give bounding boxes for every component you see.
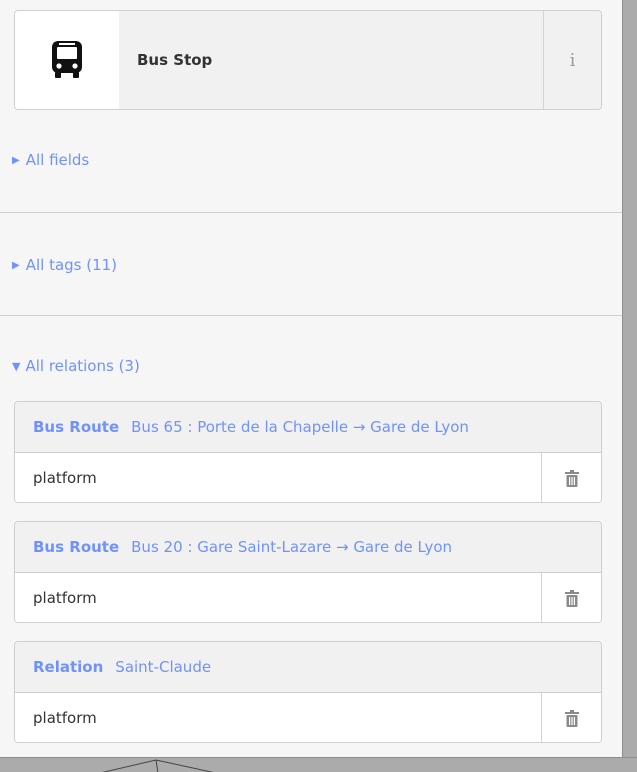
preset-header[interactable]: Bus Stop i	[14, 10, 602, 110]
trash-icon	[564, 589, 579, 607]
relation-item: Relation Saint-Claude	[14, 641, 602, 743]
role-input[interactable]	[15, 693, 541, 742]
all-relations-label: All relations (3)	[25, 357, 140, 375]
role-input[interactable]	[15, 573, 541, 622]
panel-edge	[622, 0, 637, 772]
preset-icon-box[interactable]	[15, 11, 119, 109]
relation-link[interactable]: Bus Route Bus 65 : Porte de la Chapelle …	[15, 402, 601, 453]
disclosure-down-icon: ▼	[12, 359, 21, 373]
all-tags-toggle[interactable]: ▶ All tags (11)	[12, 256, 117, 274]
resize-handle-icon	[102, 759, 214, 772]
relation-name: Bus 65 : Porte de la Chapelle → Gare de …	[131, 418, 469, 436]
all-tags-label: All tags (11)	[25, 256, 118, 274]
relation-item: Bus Route Bus 20 : Gare Saint-Lazare → G…	[14, 521, 602, 623]
relation-type: Relation	[33, 658, 104, 676]
trash-icon	[564, 469, 579, 487]
all-fields-label: All fields	[25, 151, 90, 169]
relation-name: Saint-Claude	[115, 658, 212, 676]
all-fields-toggle[interactable]: ▶ All fields	[12, 151, 89, 169]
all-relations-toggle[interactable]: ▼ All relations (3)	[12, 357, 140, 375]
delete-membership-button[interactable]	[541, 693, 601, 742]
role-input[interactable]	[15, 453, 541, 502]
inspector-panel: Bus Stop i ▶ All fields ▶ All tags (11) …	[0, 0, 622, 757]
disclosure-right-icon: ▶	[12, 259, 20, 271]
trash-icon	[564, 709, 579, 727]
info-button[interactable]: i	[543, 11, 601, 109]
relation-link[interactable]: Bus Route Bus 20 : Gare Saint-Lazare → G…	[15, 522, 601, 573]
relation-name: Bus 20 : Gare Saint-Lazare → Gare de Lyo…	[131, 538, 453, 556]
section-divider	[0, 315, 622, 316]
relation-type: Bus Route	[33, 538, 120, 556]
section-divider	[0, 212, 622, 213]
delete-membership-button[interactable]	[541, 453, 601, 502]
relation-link[interactable]: Relation Saint-Claude	[15, 642, 601, 693]
bottom-edge	[0, 757, 637, 772]
delete-membership-button[interactable]	[541, 573, 601, 622]
relation-type: Bus Route	[33, 418, 120, 436]
bus-icon	[52, 41, 82, 78]
relation-item: Bus Route Bus 65 : Porte de la Chapelle …	[14, 401, 602, 503]
disclosure-right-icon: ▶	[12, 154, 20, 166]
preset-name[interactable]: Bus Stop	[119, 11, 543, 109]
